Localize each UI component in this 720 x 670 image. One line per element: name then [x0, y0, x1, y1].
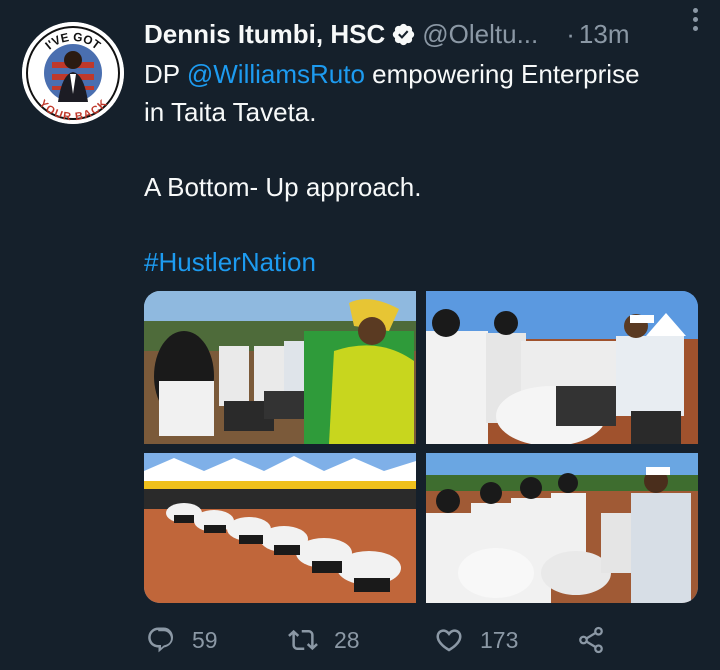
separator-dot: · — [566, 18, 575, 49]
author-avatar[interactable]: I'VE GOT YOUR BACK — [22, 22, 124, 124]
heart-icon — [434, 625, 464, 655]
media-grid — [144, 291, 698, 603]
text-line-blank — [144, 131, 704, 169]
reply-button[interactable]: 59 — [146, 622, 218, 658]
retweet-icon — [288, 625, 318, 655]
author-name[interactable]: Dennis Itumbi, HSC — [144, 19, 385, 50]
share-button[interactable] — [576, 622, 606, 658]
like-count: 173 — [480, 626, 519, 653]
author-handle[interactable]: @Oleltu... — [422, 19, 538, 50]
retweet-count: 28 — [334, 626, 360, 653]
text-line-1: DP @WilliamsRuto empowering Enterprise — [144, 56, 704, 94]
avatar-image: I'VE GOT YOUR BACK — [22, 22, 124, 124]
photo-laptop-handover[interactable] — [144, 291, 416, 444]
tweet-text: DP @WilliamsRuto empowering Enterprise i… — [144, 56, 704, 281]
hashtag-link[interactable]: #HustlerNation — [144, 247, 316, 277]
text-line-2: in Taita Taveta. — [144, 96, 317, 127]
reply-icon — [146, 625, 176, 655]
text-line-blank-2 — [144, 206, 704, 244]
like-button[interactable]: 173 — [434, 622, 518, 658]
photo-crowd-with-motorbikes[interactable] — [426, 453, 698, 603]
mention-link[interactable]: @WilliamsRuto — [187, 59, 365, 89]
reply-count: 59 — [192, 626, 218, 653]
photo-motorbike-inspection[interactable] — [426, 291, 698, 444]
share-icon — [576, 625, 606, 655]
retweet-button[interactable]: 28 — [288, 622, 360, 658]
tweet-card[interactable]: I'VE GOT YOUR BACK Dennis Itumbi, HSC @O… — [0, 0, 720, 670]
more-options-icon[interactable] — [690, 8, 700, 34]
text-line1-rest: empowering Enterprise — [364, 59, 640, 89]
photo-motorbikes-lined-up[interactable] — [144, 453, 416, 603]
text-line-6: #HustlerNation — [144, 244, 704, 282]
text-line-4: A Bottom- Up approach. — [144, 171, 422, 202]
text-prefix: DP — [144, 59, 187, 89]
timestamp[interactable]: 13m — [579, 19, 630, 50]
tweet-header: Dennis Itumbi, HSC @Oleltu... · 13m — [144, 14, 704, 54]
verified-badge-icon — [391, 22, 416, 47]
tweet-actions: 59 28 173 — [146, 622, 616, 658]
